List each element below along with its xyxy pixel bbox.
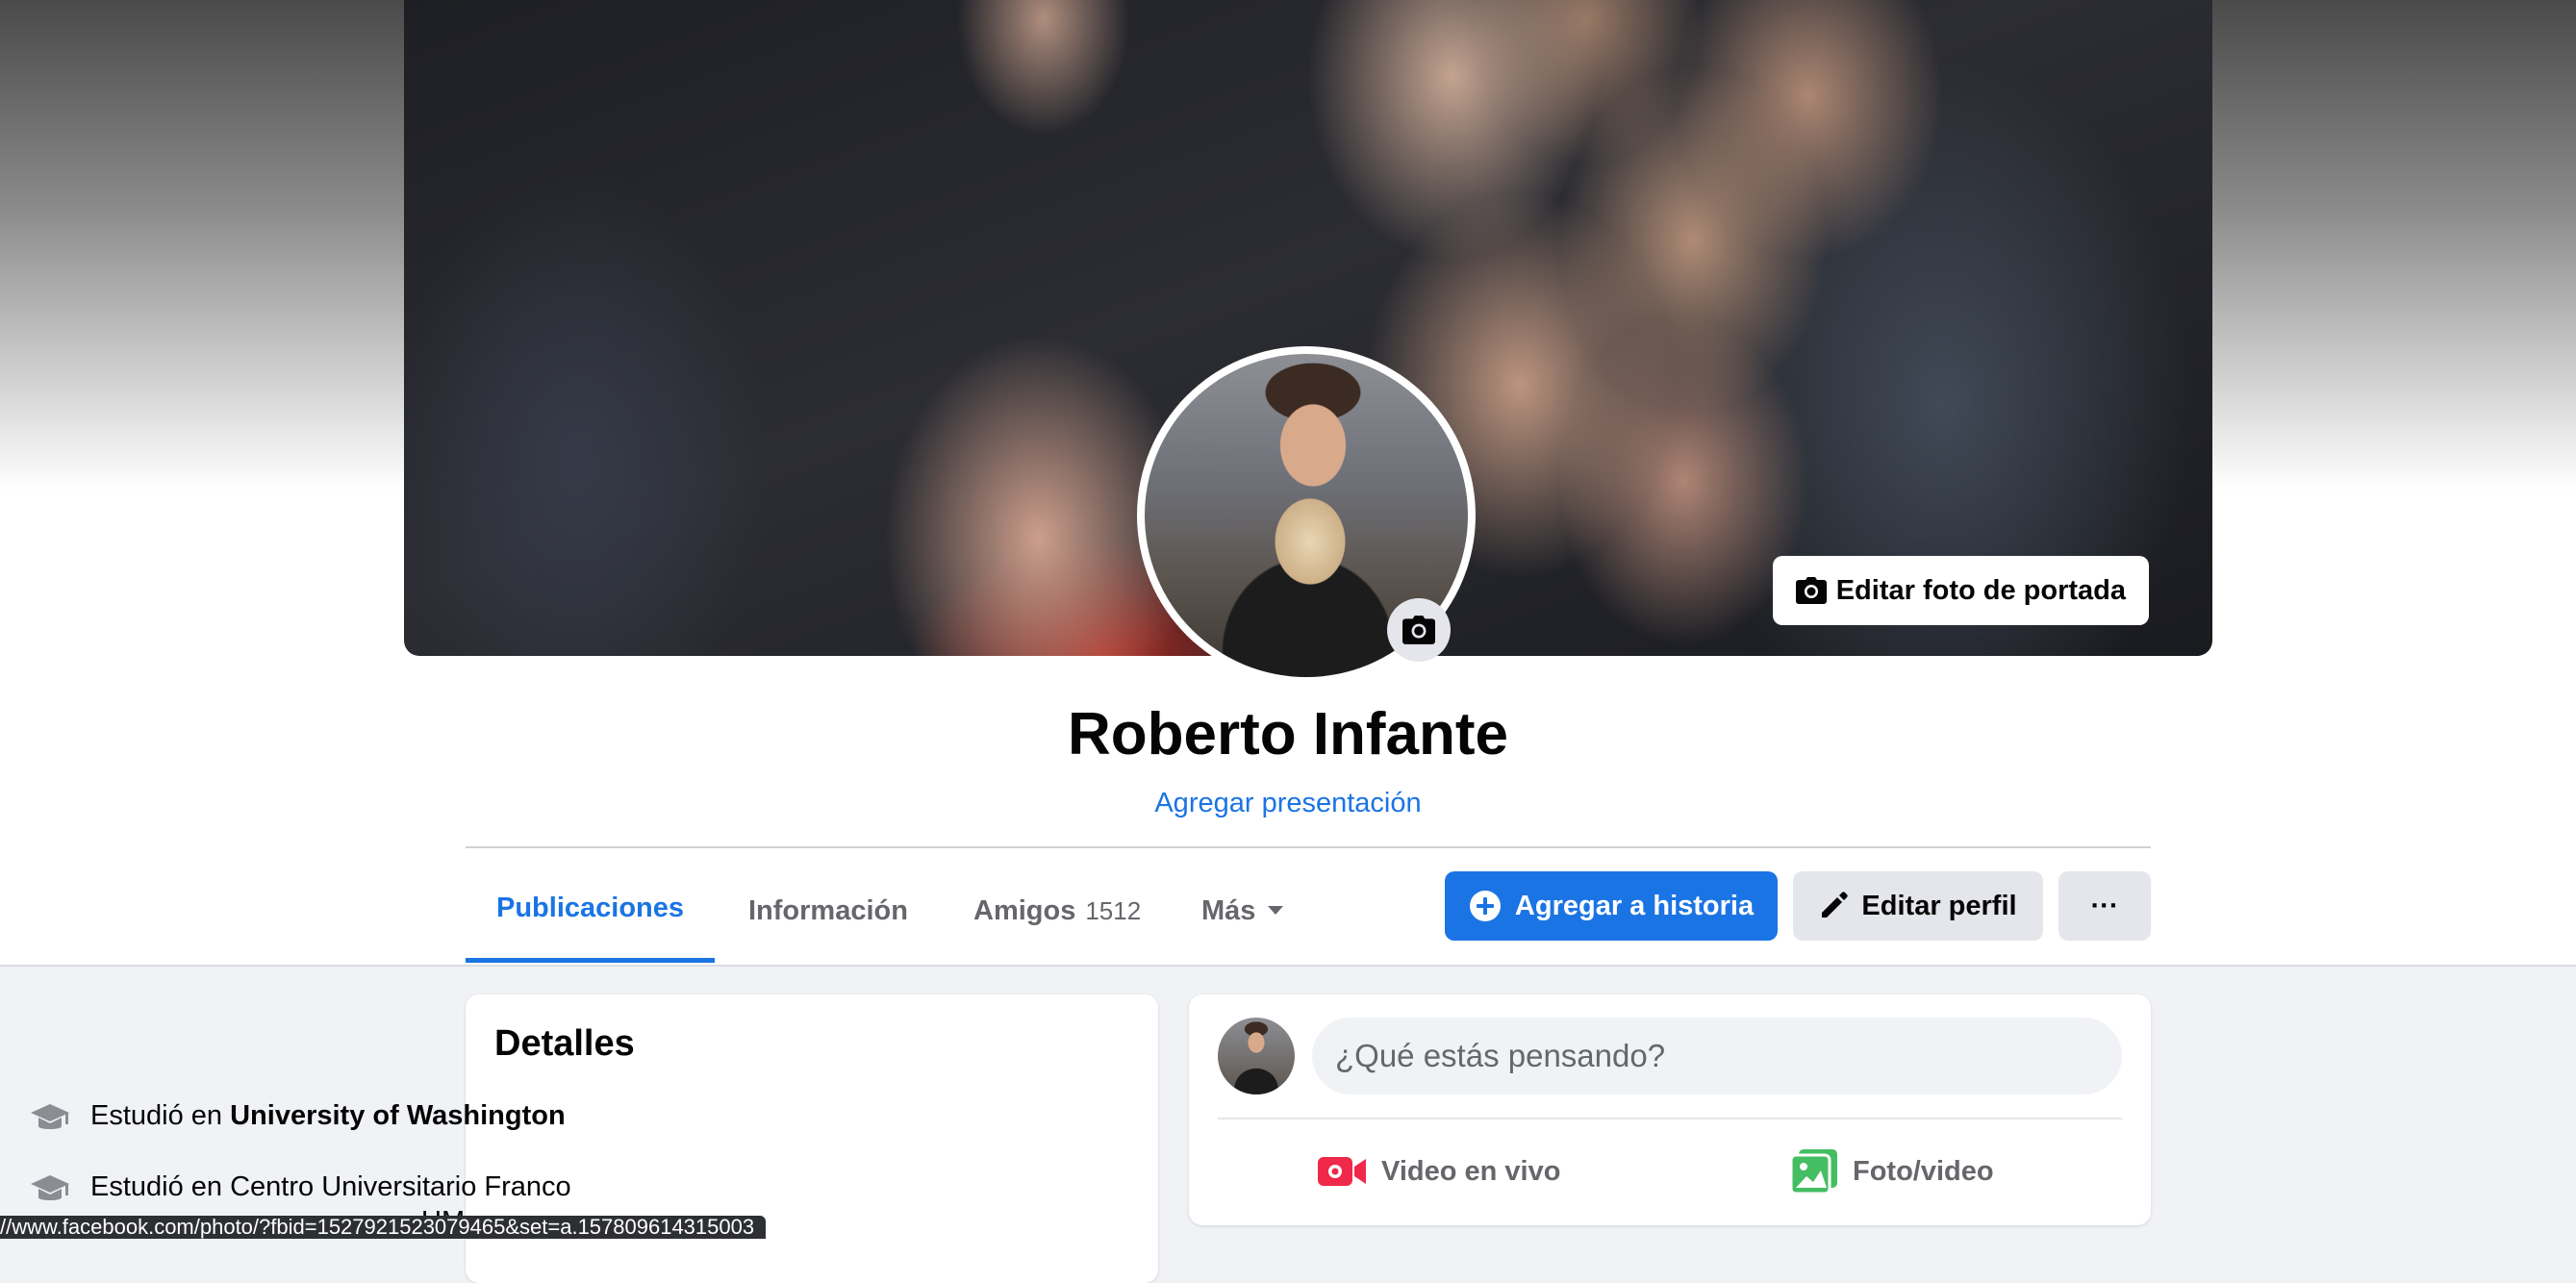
tab-label: Más bbox=[1201, 894, 1256, 926]
detail-prefix: Estudió en bbox=[90, 1100, 231, 1131]
live-video-button[interactable]: Video en vivo bbox=[1318, 1139, 1560, 1204]
edit-cover-photo-button[interactable]: Editar foto de portada bbox=[1772, 556, 2149, 625]
photo-video-label: Foto/video bbox=[1853, 1155, 1994, 1187]
school-link[interactable]: Centro Universitario Franco bbox=[230, 1171, 571, 1202]
photo-icon bbox=[1791, 1149, 1837, 1194]
profile-header: Editar foto de portada Roberto Infante A… bbox=[0, 0, 2576, 967]
tab-posts[interactable]: Publicaciones bbox=[466, 859, 716, 963]
avatar[interactable] bbox=[1218, 1018, 1295, 1094]
pencil-icon bbox=[1819, 892, 1849, 920]
edit-cover-photo-label: Editar foto de portada bbox=[1835, 574, 2126, 606]
link-preview-status-bar: //www.facebook.com/photo/?fbid=152792152… bbox=[0, 1216, 767, 1239]
add-to-story-label: Agregar a historia bbox=[1514, 890, 1755, 921]
school-link[interactable]: University of Washington bbox=[230, 1100, 566, 1131]
tab-about[interactable]: Información bbox=[748, 859, 908, 963]
whats-on-your-mind-input[interactable]: ¿Qué estás pensando? bbox=[1312, 1018, 2122, 1094]
divider bbox=[1218, 1118, 2122, 1119]
video-camera-icon bbox=[1318, 1153, 1366, 1190]
more-options-button[interactable]: ··· bbox=[2058, 871, 2151, 941]
tab-label: Amigos bbox=[973, 894, 1076, 926]
add-bio-link[interactable]: Agregar presentación bbox=[0, 788, 2576, 819]
detail-item-education: Estudió en University of Washington bbox=[29, 1098, 664, 1139]
tab-more[interactable]: Más bbox=[1201, 859, 1284, 963]
graduation-cap-icon bbox=[29, 1168, 71, 1210]
edit-profile-button[interactable]: Editar perfil bbox=[1793, 871, 2043, 941]
edit-profile-label: Editar perfil bbox=[1861, 890, 2017, 921]
tab-friends[interactable]: Amigos 1512 bbox=[973, 859, 1141, 963]
graduation-cap-icon bbox=[29, 1096, 71, 1139]
details-title: Detalles bbox=[494, 1023, 635, 1064]
add-to-story-button[interactable]: Agregar a historia bbox=[1445, 871, 1778, 941]
profile-name: Roberto Infante bbox=[1067, 701, 1509, 767]
tab-label: Información bbox=[748, 894, 908, 926]
camera-icon bbox=[1402, 616, 1435, 644]
update-profile-picture-button[interactable] bbox=[1387, 598, 1451, 662]
plus-circle-icon bbox=[1469, 890, 1502, 922]
photo-video-button[interactable]: Foto/video bbox=[1791, 1139, 1994, 1204]
details-card: Detalles bbox=[466, 994, 1158, 1283]
more-options-label: ··· bbox=[2090, 890, 2119, 921]
live-video-label: Video en vivo bbox=[1381, 1155, 1561, 1187]
camera-icon bbox=[1795, 577, 1827, 604]
friends-count: 1512 bbox=[1085, 895, 1142, 925]
caret-down-icon bbox=[1267, 905, 1284, 917]
divider bbox=[466, 846, 2151, 848]
detail-prefix: Estudió en bbox=[90, 1171, 231, 1202]
post-composer: ¿Qué estás pensando? Video en vivo Foto/… bbox=[1189, 994, 2151, 1225]
tab-label: Publicaciones bbox=[496, 893, 685, 923]
